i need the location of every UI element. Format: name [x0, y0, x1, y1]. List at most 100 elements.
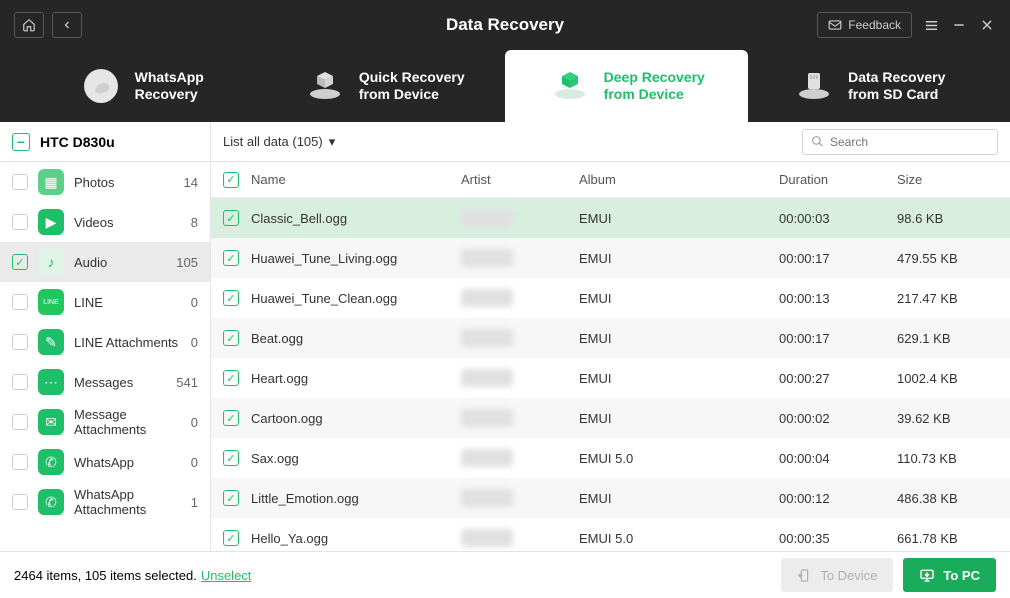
table-row[interactable]: ✓Hello_Ya.oggEMUI 5.000:00:35661.78 KB — [211, 518, 1010, 551]
cell-artist — [461, 449, 579, 467]
minimize-button[interactable] — [950, 18, 968, 32]
table-row[interactable]: ✓Little_Emotion.oggEMUI00:00:12486.38 KB — [211, 478, 1010, 518]
table-row[interactable]: ✓Beat.oggEMUI00:00:17629.1 KB — [211, 318, 1010, 358]
table-row[interactable]: ✓Cartoon.oggEMUI00:00:0239.62 KB — [211, 398, 1010, 438]
table-header: ✓ Name Artist Album Duration Size — [211, 162, 1010, 198]
category-icon: ▶ — [38, 209, 64, 235]
unselect-link[interactable]: Unselect — [201, 568, 252, 583]
cell-name: Heart.ogg — [251, 371, 461, 386]
sidebar-item-count: 14 — [184, 175, 198, 190]
category-icon: ✉ — [38, 409, 64, 435]
sidebar-checkbox[interactable] — [12, 454, 28, 470]
feedback-label: Feedback — [848, 18, 901, 32]
sidebar-item-label: WhatsApp Attachments — [74, 487, 181, 517]
cell-size: 110.73 KB — [897, 451, 998, 466]
row-checkbox[interactable]: ✓ — [223, 370, 239, 386]
cell-album: EMUI — [579, 331, 779, 346]
col-artist[interactable]: Artist — [461, 172, 579, 187]
sidebar-checkbox[interactable] — [12, 294, 28, 310]
row-checkbox[interactable]: ✓ — [223, 250, 239, 266]
sidebar-item-label: Messages — [74, 375, 166, 390]
row-checkbox[interactable]: ✓ — [223, 450, 239, 466]
sidebar-checkbox[interactable] — [12, 374, 28, 390]
row-checkbox[interactable]: ✓ — [223, 490, 239, 506]
sidebar-item[interactable]: ▶Videos8 — [0, 202, 210, 242]
to-pc-button[interactable]: To PC — [903, 558, 996, 592]
cell-name: Hello_Ya.ogg — [251, 531, 461, 546]
sidebar-checkbox[interactable] — [12, 214, 28, 230]
col-duration[interactable]: Duration — [779, 172, 897, 187]
col-size[interactable]: Size — [897, 172, 998, 187]
tabs: WhatsAppRecovery Quick Recoveryfrom Devi… — [0, 50, 1010, 122]
col-name[interactable]: Name — [251, 172, 461, 187]
tab-whatsapp-recovery[interactable]: WhatsAppRecovery — [20, 50, 263, 122]
search-input[interactable] — [830, 135, 989, 149]
window-title: Data Recovery — [446, 15, 564, 35]
feedback-button[interactable]: Feedback — [817, 12, 912, 38]
sidebar-item[interactable]: ▦Photos14 — [0, 162, 210, 202]
footer: 2464 items, 105 items selected. Unselect… — [0, 551, 1010, 598]
sidebar-checkbox[interactable]: ✓ — [12, 254, 28, 270]
whatsapp-icon — [79, 64, 123, 108]
col-album[interactable]: Album — [579, 172, 779, 187]
device-header[interactable]: − HTC D830u — [0, 122, 210, 162]
sidebar-checkbox[interactable] — [12, 414, 28, 430]
row-checkbox[interactable]: ✓ — [223, 330, 239, 346]
cell-size: 39.62 KB — [897, 411, 998, 426]
table-row[interactable]: ✓Huawei_Tune_Clean.oggEMUI00:00:13217.47… — [211, 278, 1010, 318]
tab-label: Data Recovery — [848, 69, 945, 87]
sidebar-item-count: 0 — [191, 455, 198, 470]
row-checkbox[interactable]: ✓ — [223, 530, 239, 546]
cell-size: 629.1 KB — [897, 331, 998, 346]
tab-quick-recovery[interactable]: Quick Recoveryfrom Device — [263, 50, 506, 122]
home-button[interactable] — [14, 12, 44, 38]
close-button[interactable] — [978, 18, 996, 32]
table-body: ✓Classic_Bell.oggEMUI00:00:0398.6 KB✓Hua… — [211, 198, 1010, 551]
cell-size: 1002.4 KB — [897, 371, 998, 386]
list-filter-dropdown[interactable]: List all data (105) ▾ — [223, 134, 335, 150]
sidebar-item[interactable]: ⋯Messages541 — [0, 362, 210, 402]
cell-duration: 00:00:27 — [779, 371, 897, 386]
search-box[interactable] — [802, 129, 998, 155]
sidebar-checkbox[interactable] — [12, 494, 28, 510]
table-row[interactable]: ✓Classic_Bell.oggEMUI00:00:0398.6 KB — [211, 198, 1010, 238]
sidebar-item-label: Message Attachments — [74, 407, 181, 437]
sidebar-item-count: 1 — [191, 495, 198, 510]
table-row[interactable]: ✓Heart.oggEMUI00:00:271002.4 KB — [211, 358, 1010, 398]
menu-button[interactable] — [922, 18, 940, 33]
row-checkbox[interactable]: ✓ — [223, 290, 239, 306]
sidebar-item-count: 0 — [191, 295, 198, 310]
device-icon — [303, 64, 347, 108]
chevron-down-icon: ▾ — [329, 134, 336, 150]
sidebar-checkbox[interactable] — [12, 334, 28, 350]
sidebar-checkbox[interactable] — [12, 174, 28, 190]
sidebar-item[interactable]: ✎LINE Attachments0 — [0, 322, 210, 362]
sidebar-item-label: Audio — [74, 255, 166, 270]
tab-label-2: Recovery — [135, 86, 204, 104]
to-device-button[interactable]: To Device — [781, 558, 893, 592]
row-checkbox[interactable]: ✓ — [223, 210, 239, 226]
sidebar-item[interactable]: ✓♪Audio105 — [0, 242, 210, 282]
back-button[interactable] — [52, 12, 82, 38]
cell-album: EMUI — [579, 211, 779, 226]
sidebar-item[interactable]: ✆WhatsApp0 — [0, 442, 210, 482]
sidebar-item-count: 0 — [191, 335, 198, 350]
sidebar-item[interactable]: ✉ Message Attachments 0 — [0, 402, 210, 442]
cell-duration: 00:00:35 — [779, 531, 897, 546]
tab-deep-recovery[interactable]: Deep Recoveryfrom Device — [505, 50, 748, 122]
sidebar-item-label: WhatsApp — [74, 455, 181, 470]
category-icon: ▦ — [38, 169, 64, 195]
row-checkbox[interactable]: ✓ — [223, 410, 239, 426]
tab-sd-recovery[interactable]: Data Recoveryfrom SD Card — [748, 50, 991, 122]
cell-duration: 00:00:13 — [779, 291, 897, 306]
sidebar-item[interactable]: LINELINE0 — [0, 282, 210, 322]
sidebar-item-count: 105 — [176, 255, 198, 270]
select-all-checkbox[interactable]: ✓ — [223, 172, 239, 188]
table-row[interactable]: ✓Sax.oggEMUI 5.000:00:04110.73 KB — [211, 438, 1010, 478]
cell-name: Sax.ogg — [251, 451, 461, 466]
device-checkbox[interactable]: − — [12, 133, 30, 151]
table-row[interactable]: ✓Huawei_Tune_Living.oggEMUI00:00:17479.5… — [211, 238, 1010, 278]
to-pc-label: To PC — [943, 568, 980, 583]
sidebar-item-count: 0 — [191, 415, 198, 430]
sidebar-item[interactable]: ✆WhatsApp Attachments1 — [0, 482, 210, 522]
